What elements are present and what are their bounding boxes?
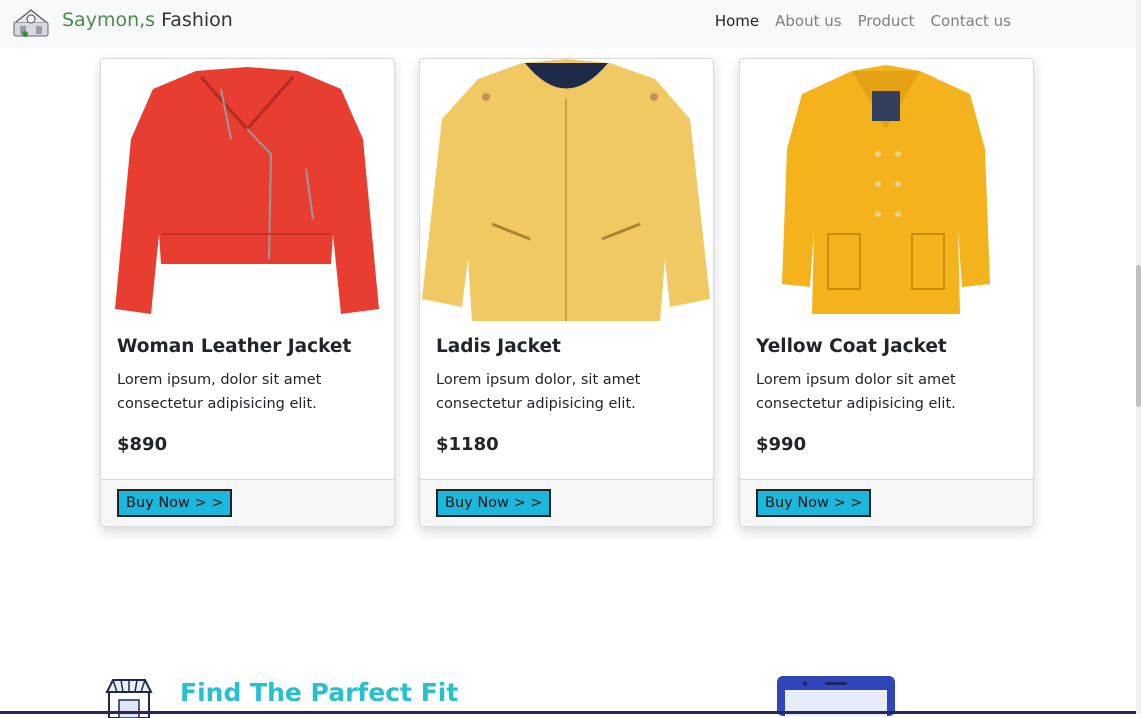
buy-now-button[interactable]: Buy Now > >: [756, 489, 872, 517]
product-price: $890: [117, 434, 168, 455]
nav-menu: Home About us Product Contact us: [715, 12, 1011, 30]
brand-name-part1: Saymon,s: [62, 9, 156, 31]
nav-contact-us[interactable]: Contact us: [931, 12, 1011, 30]
red-leather-jacket-image: [115, 67, 379, 314]
buy-now-button[interactable]: Buy Now > >: [436, 489, 552, 517]
yellow-hooded-jacket-image: [422, 59, 710, 321]
phone-icon: [777, 676, 895, 716]
product-title: Ladis Jacket: [436, 336, 561, 357]
nav-product[interactable]: Product: [858, 12, 915, 30]
buy-now-button[interactable]: Buy Now > >: [117, 489, 233, 517]
product-price: $990: [756, 434, 807, 455]
card-footer: Buy Now > >: [101, 479, 394, 526]
feature-title: Find The Parfect Fit: [180, 678, 459, 707]
navbar: Saymon,s Fashion Home About us Product C…: [0, 0, 1136, 48]
card-body: Ladis Jacket Lorem ipsum dolor, sit amet…: [436, 335, 699, 455]
product-price: $1180: [436, 434, 499, 455]
product-card: Ladis Jacket Lorem ipsum dolor, sit amet…: [419, 58, 714, 527]
card-body: Yellow Coat Jacket Lorem ipsum dolor sit…: [756, 335, 1019, 455]
product-description: Lorem ipsum dolor, sit amet consectetur …: [436, 372, 641, 412]
scrollbar-thumb[interactable]: [1136, 265, 1141, 407]
product-card: Woman Leather Jacket Lorem ipsum, dolor …: [100, 58, 395, 527]
product-title: Yellow Coat Jacket: [756, 336, 947, 357]
product-description: Lorem ipsum dolor sit amet consectetur a…: [756, 372, 956, 412]
product-card: Yellow Coat Jacket Lorem ipsum dolor sit…: [739, 58, 1034, 527]
nav-about-us[interactable]: About us: [775, 12, 841, 30]
brand-name-part2: Fashion: [161, 9, 233, 31]
yellow-coat-jacket-image: [782, 65, 990, 314]
card-footer: Buy Now > >: [740, 479, 1033, 526]
brand-name[interactable]: Saymon,s Fashion: [62, 9, 233, 31]
brand-logo-icon[interactable]: [12, 6, 50, 38]
card-footer: Buy Now > >: [420, 479, 713, 526]
card-body: Woman Leather Jacket Lorem ipsum, dolor …: [117, 335, 380, 455]
product-title: Woman Leather Jacket: [117, 336, 352, 357]
product-description: Lorem ipsum, dolor sit amet consectetur …: [117, 372, 322, 412]
nav-home[interactable]: Home: [715, 12, 759, 30]
